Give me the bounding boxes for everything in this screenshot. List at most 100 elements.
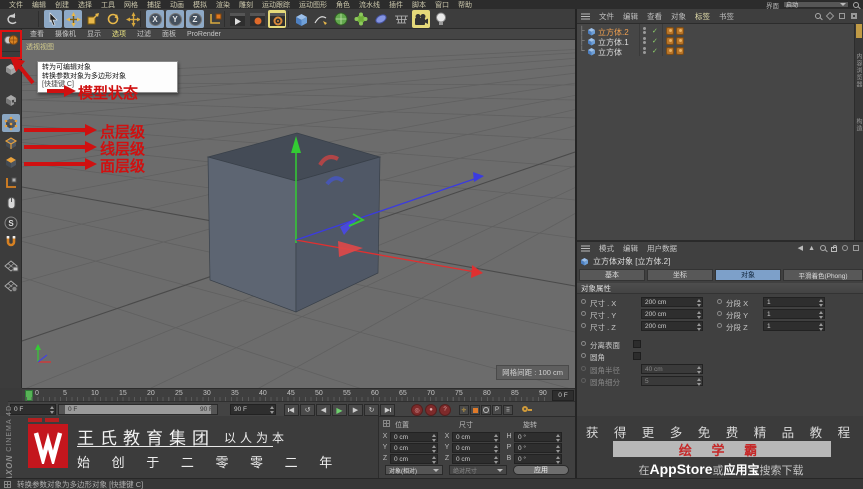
tab-content-browser[interactable]: 内容浏览器 (854, 53, 863, 88)
search-icon[interactable] (853, 1, 859, 8)
lock-z-button[interactable]: Z (186, 10, 204, 28)
phong-tag-icon[interactable] (666, 46, 674, 55)
am-menu-userdata[interactable]: 用户数据 (647, 243, 677, 254)
rot-p-field[interactable]: 0 ° (514, 443, 562, 453)
snap-button[interactable]: S (2, 214, 20, 232)
play-button[interactable]: ▶ (332, 404, 347, 416)
prev-frame-button[interactable]: ◀ (316, 404, 331, 416)
tweak-mode-button[interactable] (2, 194, 20, 212)
am-menu-edit[interactable]: 编辑 (623, 243, 638, 254)
range-handle-left[interactable] (59, 405, 65, 414)
viewport[interactable]: 查看 摄像机 显示 选项 过滤 面板 ProRender 透视视图 网格间距 :… (22, 29, 575, 388)
anim-dot-icon[interactable] (717, 323, 722, 328)
tab-basic[interactable]: 基本 (579, 269, 645, 281)
om-filter-icon[interactable] (825, 11, 835, 21)
render-region-button[interactable] (248, 10, 266, 28)
range-handle-right[interactable] (211, 405, 217, 414)
scrollbar-thumb[interactable] (856, 24, 862, 38)
section-object-properties[interactable]: 对象属性 (577, 283, 863, 294)
om-menu-file[interactable]: 文件 (599, 11, 614, 22)
edges-mode-button[interactable] (2, 134, 20, 152)
deformer-button[interactable] (352, 10, 370, 28)
tab-coordinates[interactable]: 坐标 (647, 269, 713, 281)
subdivision-surface-button[interactable] (332, 10, 350, 28)
am-menu-mode[interactable]: 模式 (599, 243, 614, 254)
workplane-mode-button[interactable] (2, 277, 20, 295)
enabled-check-icon[interactable]: ✓ (652, 27, 658, 35)
pos-z-field[interactable]: 0 cm (390, 454, 438, 464)
enabled-check-icon[interactable]: ✓ (652, 37, 658, 45)
record-rotation-toggle[interactable] (481, 405, 491, 415)
model-mode-button[interactable] (2, 60, 20, 78)
om-menu-view[interactable]: 查看 (647, 11, 662, 22)
vp-menu-options[interactable]: 选项 (112, 29, 126, 39)
om-path-icon[interactable] (839, 13, 845, 19)
separate-surfaces-checkbox[interactable] (633, 340, 641, 348)
anim-dot-icon[interactable] (581, 341, 586, 346)
make-editable-button[interactable] (2, 31, 20, 49)
autokey-button[interactable]: ● (425, 404, 437, 416)
lock-icon[interactable] (831, 245, 837, 252)
object-row[interactable]: ├ 立方体.1 ✓ (577, 36, 855, 47)
size-y-field[interactable]: 200 cm (641, 309, 703, 319)
end-frame-field[interactable]: 90 F (230, 404, 276, 415)
phong-tag-icon[interactable] (666, 26, 674, 35)
render-settings-button[interactable] (268, 10, 286, 28)
pen-spline-button[interactable] (312, 10, 330, 28)
record-position-toggle[interactable]: ✛ (459, 405, 469, 415)
size-x-field[interactable]: 200 cm (641, 297, 703, 307)
record-button[interactable]: ◎ (411, 404, 423, 416)
size-x-field[interactable]: 0 cm (452, 432, 500, 442)
magnet-snap-button[interactable] (2, 233, 20, 251)
loop-button[interactable]: ↻ (364, 404, 379, 416)
am-search-icon[interactable] (820, 245, 826, 251)
coords-mode-dropdown[interactable]: 对象(相对) (385, 465, 443, 475)
lock-y-button[interactable]: Y (166, 10, 184, 28)
view-label[interactable]: 透视视图 (26, 42, 54, 52)
coordinate-system-button[interactable] (206, 10, 224, 28)
next-frame-button[interactable]: ▶ (348, 404, 363, 416)
timeline-range-slider[interactable]: 0 F 90 F (58, 404, 218, 415)
record-scale-toggle[interactable] (470, 405, 480, 415)
up-arrow-icon[interactable]: ▲ (808, 245, 815, 252)
target-icon[interactable] (842, 245, 848, 251)
current-frame-field[interactable]: 0 F (10, 404, 56, 415)
workplane-lock-button[interactable] (2, 257, 20, 275)
vp-menu-prorender[interactable]: ProRender (187, 31, 221, 38)
om-search-icon[interactable] (815, 13, 821, 19)
om-menu-bookmarks[interactable]: 书签 (719, 11, 734, 22)
back-arrow-icon[interactable]: ◀ (798, 244, 803, 252)
camera-button[interactable] (412, 10, 430, 28)
points-mode-button[interactable] (2, 114, 20, 132)
anim-dot-icon[interactable] (581, 311, 586, 316)
object-name[interactable]: 立方体 (598, 47, 622, 58)
segments-x-field[interactable]: 1 (763, 297, 825, 307)
tab-object[interactable]: 对象 (715, 269, 781, 281)
object-row[interactable]: ├ 立方体.2 ✓ (577, 26, 855, 37)
burger-icon[interactable] (581, 245, 590, 252)
anim-dot-icon[interactable] (581, 323, 586, 328)
size-z-field[interactable]: 200 cm (641, 321, 703, 331)
light-button[interactable] (432, 10, 450, 28)
keyframe-selection-button[interactable]: ? (439, 404, 451, 416)
vp-menu-view[interactable]: 查看 (30, 29, 44, 39)
tag-icon[interactable] (676, 46, 684, 55)
vp-menu-panel[interactable]: 面板 (162, 29, 176, 39)
add-cube-button[interactable] (292, 10, 310, 28)
segments-y-field[interactable]: 1 (763, 309, 825, 319)
pos-y-field[interactable]: 0 cm (390, 443, 438, 453)
vp-menu-camera[interactable]: 摄像机 (55, 29, 76, 39)
anim-dot-icon[interactable] (581, 353, 586, 358)
visibility-toggles[interactable] (643, 37, 647, 45)
pos-x-field[interactable]: 0 cm (390, 432, 438, 442)
burger-icon[interactable] (581, 13, 590, 20)
scale-tool-button[interactable] (84, 10, 102, 28)
polygons-mode-button[interactable] (2, 153, 20, 171)
new-panel-icon[interactable] (853, 245, 859, 251)
visibility-toggles[interactable] (643, 27, 647, 35)
om-menu-tags[interactable]: 标签 (695, 11, 710, 22)
lock-x-button[interactable]: X (146, 10, 164, 28)
record-pla-toggle[interactable]: ⠿ (503, 405, 513, 415)
rot-b-field[interactable]: 0 ° (514, 454, 562, 464)
axis-workplane-button[interactable] (2, 174, 20, 192)
